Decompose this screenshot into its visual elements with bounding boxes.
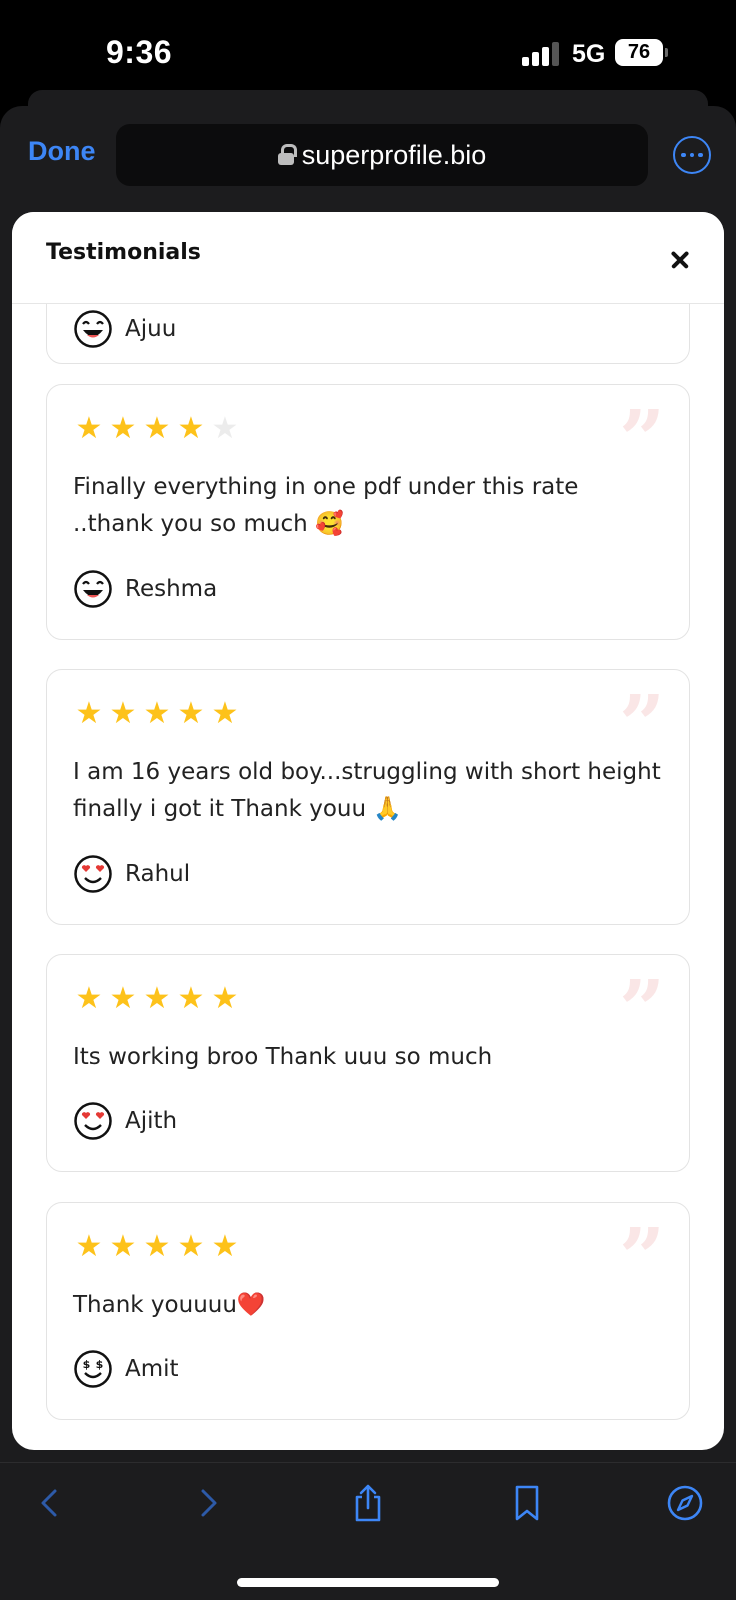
star-icon: ★ (211, 1229, 239, 1264)
star-icon: ★ (109, 981, 137, 1016)
quote-icon: ” (618, 392, 665, 486)
testimonial-list[interactable]: Ajuu ★ ★ ★ ★ ★ ” Finally everything in o… (12, 304, 724, 1450)
reviewer-name: Rahul (125, 861, 191, 887)
address-bar[interactable]: superprofile.bio (116, 124, 648, 186)
more-dot (681, 152, 686, 158)
forward-icon[interactable] (188, 1483, 228, 1523)
status-bar: 9:36 5G 76 (0, 0, 736, 100)
star-empty-icon: ★ (211, 411, 239, 446)
quote-icon: ” (618, 677, 665, 771)
quote-icon: ” (618, 1210, 665, 1304)
star-icon: ★ (211, 696, 239, 731)
testimonial-card: ★ ★ ★ ★ ★ ” Its working broo Thank uuu s… (46, 954, 690, 1172)
browser-toolbar (0, 1462, 736, 1542)
testimonials-modal: Testimonials Ajuu ★ ★ ★ ★ ★ ” Finally ev… (12, 212, 724, 1450)
star-rating: ★ ★ ★ ★ ★ (73, 983, 241, 1015)
star-icon: ★ (75, 411, 103, 446)
back-icon[interactable] (30, 1483, 70, 1523)
heart-eyes-face-icon (74, 855, 112, 893)
signal-icon (522, 42, 560, 66)
url-text: superprofile.bio (301, 139, 487, 170)
reviewer: Ajuu (73, 309, 176, 349)
reviewer: Reshma (73, 569, 217, 609)
reviewer: Rahul (73, 854, 190, 894)
reviewer-name: Ajith (125, 1108, 178, 1134)
star-icon: ★ (109, 1229, 137, 1264)
star-icon: ★ (75, 1229, 103, 1264)
heart-eyes-face-icon (74, 1102, 112, 1140)
star-icon: ★ (177, 411, 205, 446)
svg-text:$: $ (83, 1358, 91, 1371)
testimonial-card: ★ ★ ★ ★ ★ ” Thank youuuu❤️ $ $ Amit (46, 1202, 690, 1420)
svg-text:$: $ (96, 1358, 104, 1371)
testimonial-card: ★ ★ ★ ★ ★ ” Finally everything in one pd… (46, 384, 690, 640)
bookmark-icon[interactable] (507, 1483, 547, 1523)
quote-icon: ” (618, 962, 665, 1056)
battery-icon: 76 (615, 39, 668, 66)
star-icon: ★ (75, 696, 103, 731)
review-text: I am 16 years old boy...struggling with … (73, 759, 661, 822)
status-time: 9:36 (106, 34, 173, 70)
share-icon[interactable] (348, 1483, 388, 1523)
more-dot (689, 152, 695, 158)
star-icon: ★ (177, 696, 205, 731)
star-icon: ★ (211, 981, 239, 1016)
star-rating: ★ ★ ★ ★ ★ (73, 1231, 241, 1263)
star-icon: ★ (109, 696, 137, 731)
testimonial-card: Ajuu (46, 304, 690, 364)
star-icon: ★ (109, 411, 137, 446)
star-rating: ★ ★ ★ ★ ★ (73, 413, 241, 445)
star-icon: ★ (75, 981, 103, 1016)
home-indicator (237, 1578, 499, 1587)
more-dot (698, 152, 703, 158)
star-icon: ★ (177, 1229, 205, 1264)
dollar-eyes-face-icon: $ $ (74, 1350, 112, 1388)
network-type: 5G (572, 40, 606, 68)
close-button[interactable] (662, 242, 698, 278)
review-text: Thank youuuu❤️ (73, 1292, 266, 1318)
reviewer-name: Ajuu (125, 316, 177, 342)
star-icon: ★ (143, 981, 171, 1016)
modal-title: Testimonials (46, 240, 201, 265)
testimonial-card: ★ ★ ★ ★ ★ ” I am 16 years old boy...stru… (46, 669, 690, 925)
review-text: Finally everything in one pdf under this… (73, 474, 579, 537)
star-icon: ★ (177, 981, 205, 1016)
grinning-face-icon (74, 570, 112, 608)
modal-header: Testimonials (12, 212, 724, 304)
reviewer: $ $ Amit (73, 1349, 179, 1389)
star-icon: ★ (143, 411, 171, 446)
lock-icon (277, 144, 297, 166)
star-icon: ★ (143, 1229, 171, 1264)
reviewer-name: Amit (125, 1356, 179, 1382)
done-button[interactable]: Done (28, 136, 96, 167)
more-options-button[interactable] (673, 136, 711, 174)
review-text: Its working broo Thank uuu so much (73, 1044, 493, 1070)
star-rating: ★ ★ ★ ★ ★ (73, 698, 241, 730)
compass-icon[interactable] (665, 1483, 705, 1523)
reviewer-name: Reshma (125, 576, 218, 602)
reviewer: Ajith (73, 1101, 177, 1141)
grinning-face-icon (74, 310, 112, 348)
star-icon: ★ (143, 696, 171, 731)
